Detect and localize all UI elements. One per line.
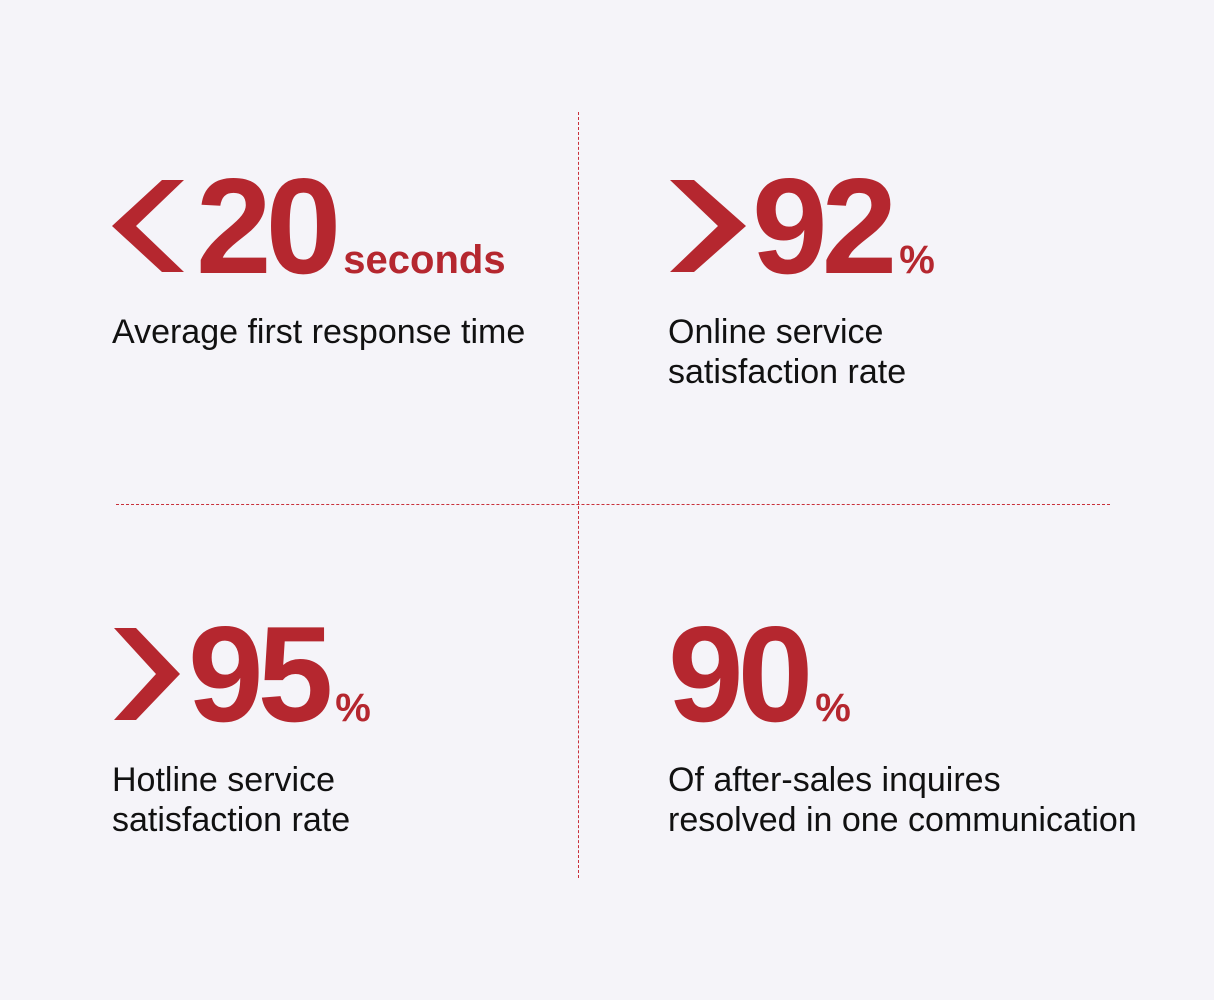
stat-description: Of after-sales inquires resolved in one …	[668, 760, 1137, 840]
stat-figure: 90 %	[668, 606, 1137, 742]
stat-figure: 20 seconds	[112, 158, 525, 294]
horizontal-divider	[116, 504, 1110, 505]
vertical-divider	[578, 112, 579, 878]
stat-description-line: Online service	[668, 313, 884, 351]
greater-than-chevron-icon	[670, 180, 746, 272]
stat-description: Average first response time	[112, 313, 526, 351]
stat-figure: 95 %	[112, 606, 371, 742]
stat-first-response-time: 20 seconds Average first response time	[112, 158, 525, 352]
stat-description-line: satisfaction rate	[668, 353, 907, 392]
stat-unit: %	[335, 686, 371, 730]
less-than-chevron-icon	[112, 180, 184, 272]
stat-description-line: Hotline service	[112, 761, 335, 799]
stat-hotline-satisfaction: 95 % Hotline service satisfaction rate	[112, 606, 371, 840]
stat-after-sales-resolution: 90 % Of after-sales inquires resolved in…	[668, 606, 1137, 840]
stat-online-satisfaction: 92 % Online service satisfaction rate	[668, 158, 935, 392]
stat-description: Online service satisfaction rate	[668, 312, 935, 392]
stat-value: 90	[668, 598, 813, 750]
stat-unit: seconds	[343, 238, 506, 282]
greater-than-chevron-icon	[114, 628, 180, 720]
stat-unit: %	[899, 238, 935, 282]
stat-unit: %	[815, 686, 851, 730]
stat-description-line: resolved in one communication	[668, 801, 1137, 840]
stat-value: 95	[188, 598, 333, 750]
stat-value: 20	[196, 150, 341, 302]
stat-figure: 92 %	[668, 158, 935, 294]
stat-value: 92	[752, 150, 897, 302]
stat-description-line: Of after-sales inquires	[668, 761, 1001, 799]
stat-description: Hotline service satisfaction rate	[112, 760, 371, 840]
stat-description-line: satisfaction rate	[112, 801, 351, 840]
